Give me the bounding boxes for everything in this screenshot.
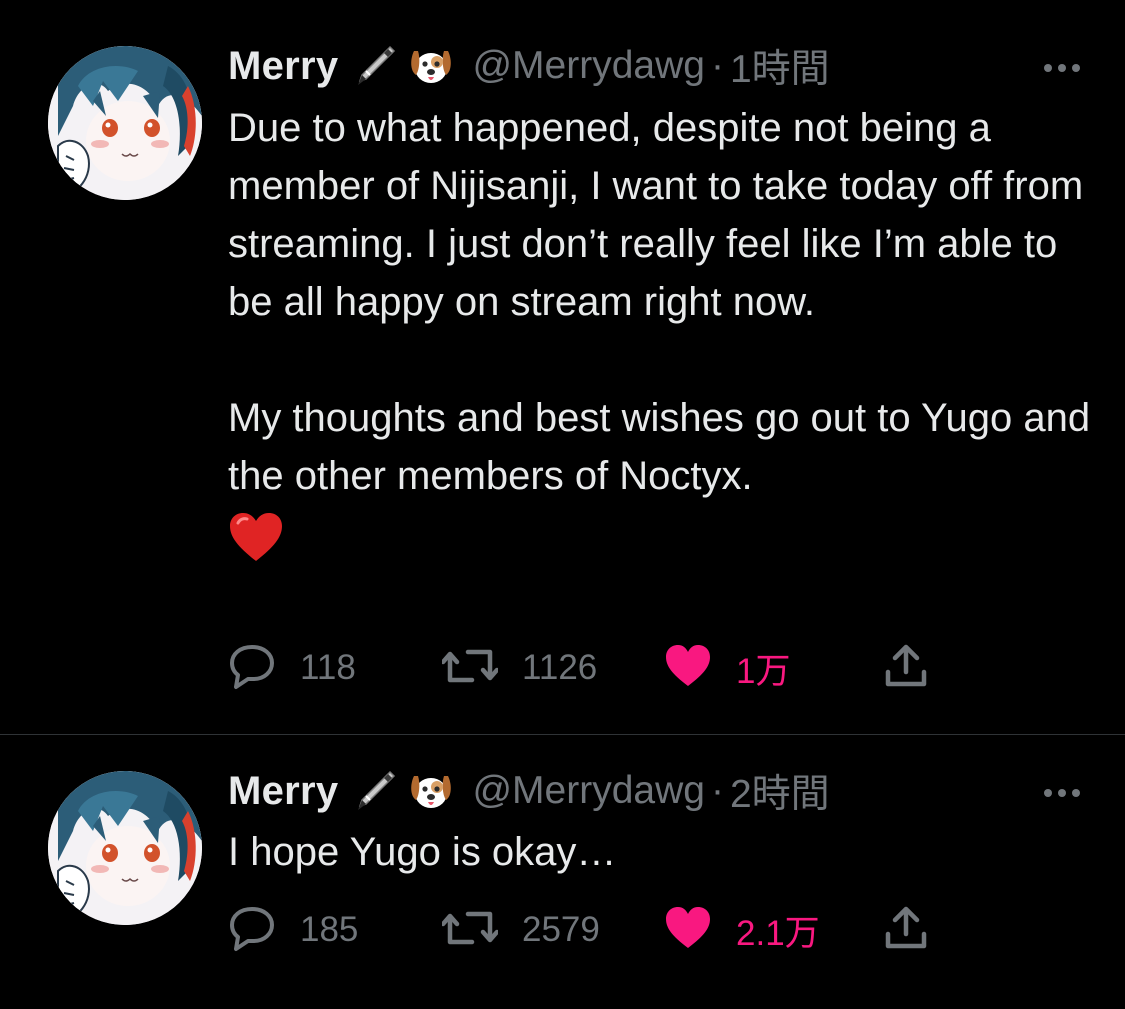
retweet-button[interactable]: 1126 [440,642,598,695]
tweet-actions: 118 1126 1万 [228,642,948,694]
reply-count: 185 [300,910,359,949]
tweet[interactable]: Merry @Merrydawg · 1時間 Due to what happe… [0,0,1125,734]
share-icon [884,642,928,695]
tweet-header: Merry @Merrydawg · 2時間 [228,763,1085,819]
more-options-icon[interactable] [1039,771,1085,811]
tweet-actions: 185 2579 2.1万 [228,904,948,956]
tweet-paragraph: My thoughts and best wishes go out to Yu… [228,396,1091,498]
avatar[interactable] [48,771,202,925]
pen-icon [352,768,398,814]
retweet-icon [440,642,500,695]
like-count: 2.1万 [736,913,820,953]
author-name[interactable]: Merry [228,769,338,814]
like-count: 1万 [736,651,791,691]
author-handle[interactable]: @Merrydawg [472,44,704,88]
timestamp[interactable]: 1時間 [730,38,830,94]
retweet-icon [440,904,500,957]
share-button[interactable] [884,642,928,694]
timestamp[interactable]: 2時間 [730,763,830,819]
retweet-count: 1126 [522,648,598,687]
author-handle[interactable]: @Merrydawg [472,769,704,813]
share-icon [884,904,928,957]
dog-face-icon [408,43,454,89]
tweet-text: Due to what happened, despite not being … [228,99,1098,563]
heart-filled-icon [664,643,712,694]
heart-filled-icon [664,905,712,956]
author-name[interactable]: Merry [228,44,338,89]
tweet-text: I hope Yugo is okay… [228,823,1098,881]
reply-count: 118 [300,648,356,687]
reply-icon [228,642,276,695]
retweet-button[interactable]: 2579 [440,904,600,957]
tweet-paragraph: Due to what happened, despite not being … [228,106,1084,324]
tweet[interactable]: Merry @Merrydawg · 2時間 I hope Yugo is ok… [0,735,1125,1009]
red-heart-icon [228,511,284,563]
avatar[interactable] [48,46,202,200]
separator: · [710,769,724,812]
reply-button[interactable]: 185 [228,904,358,956]
share-button[interactable] [884,904,928,956]
reply-button[interactable]: 118 [228,642,356,694]
tweet-paragraph: I hope Yugo is okay… [228,830,617,874]
retweet-count: 2579 [522,910,600,949]
tweet-header: Merry @Merrydawg · 1時間 [228,38,1085,94]
separator: · [710,44,724,87]
reply-icon [228,904,276,957]
like-button[interactable]: 2.1万 [664,904,820,956]
pen-icon [352,43,398,89]
like-button[interactable]: 1万 [664,642,790,694]
more-options-icon[interactable] [1039,46,1085,86]
dog-face-icon [408,768,454,814]
